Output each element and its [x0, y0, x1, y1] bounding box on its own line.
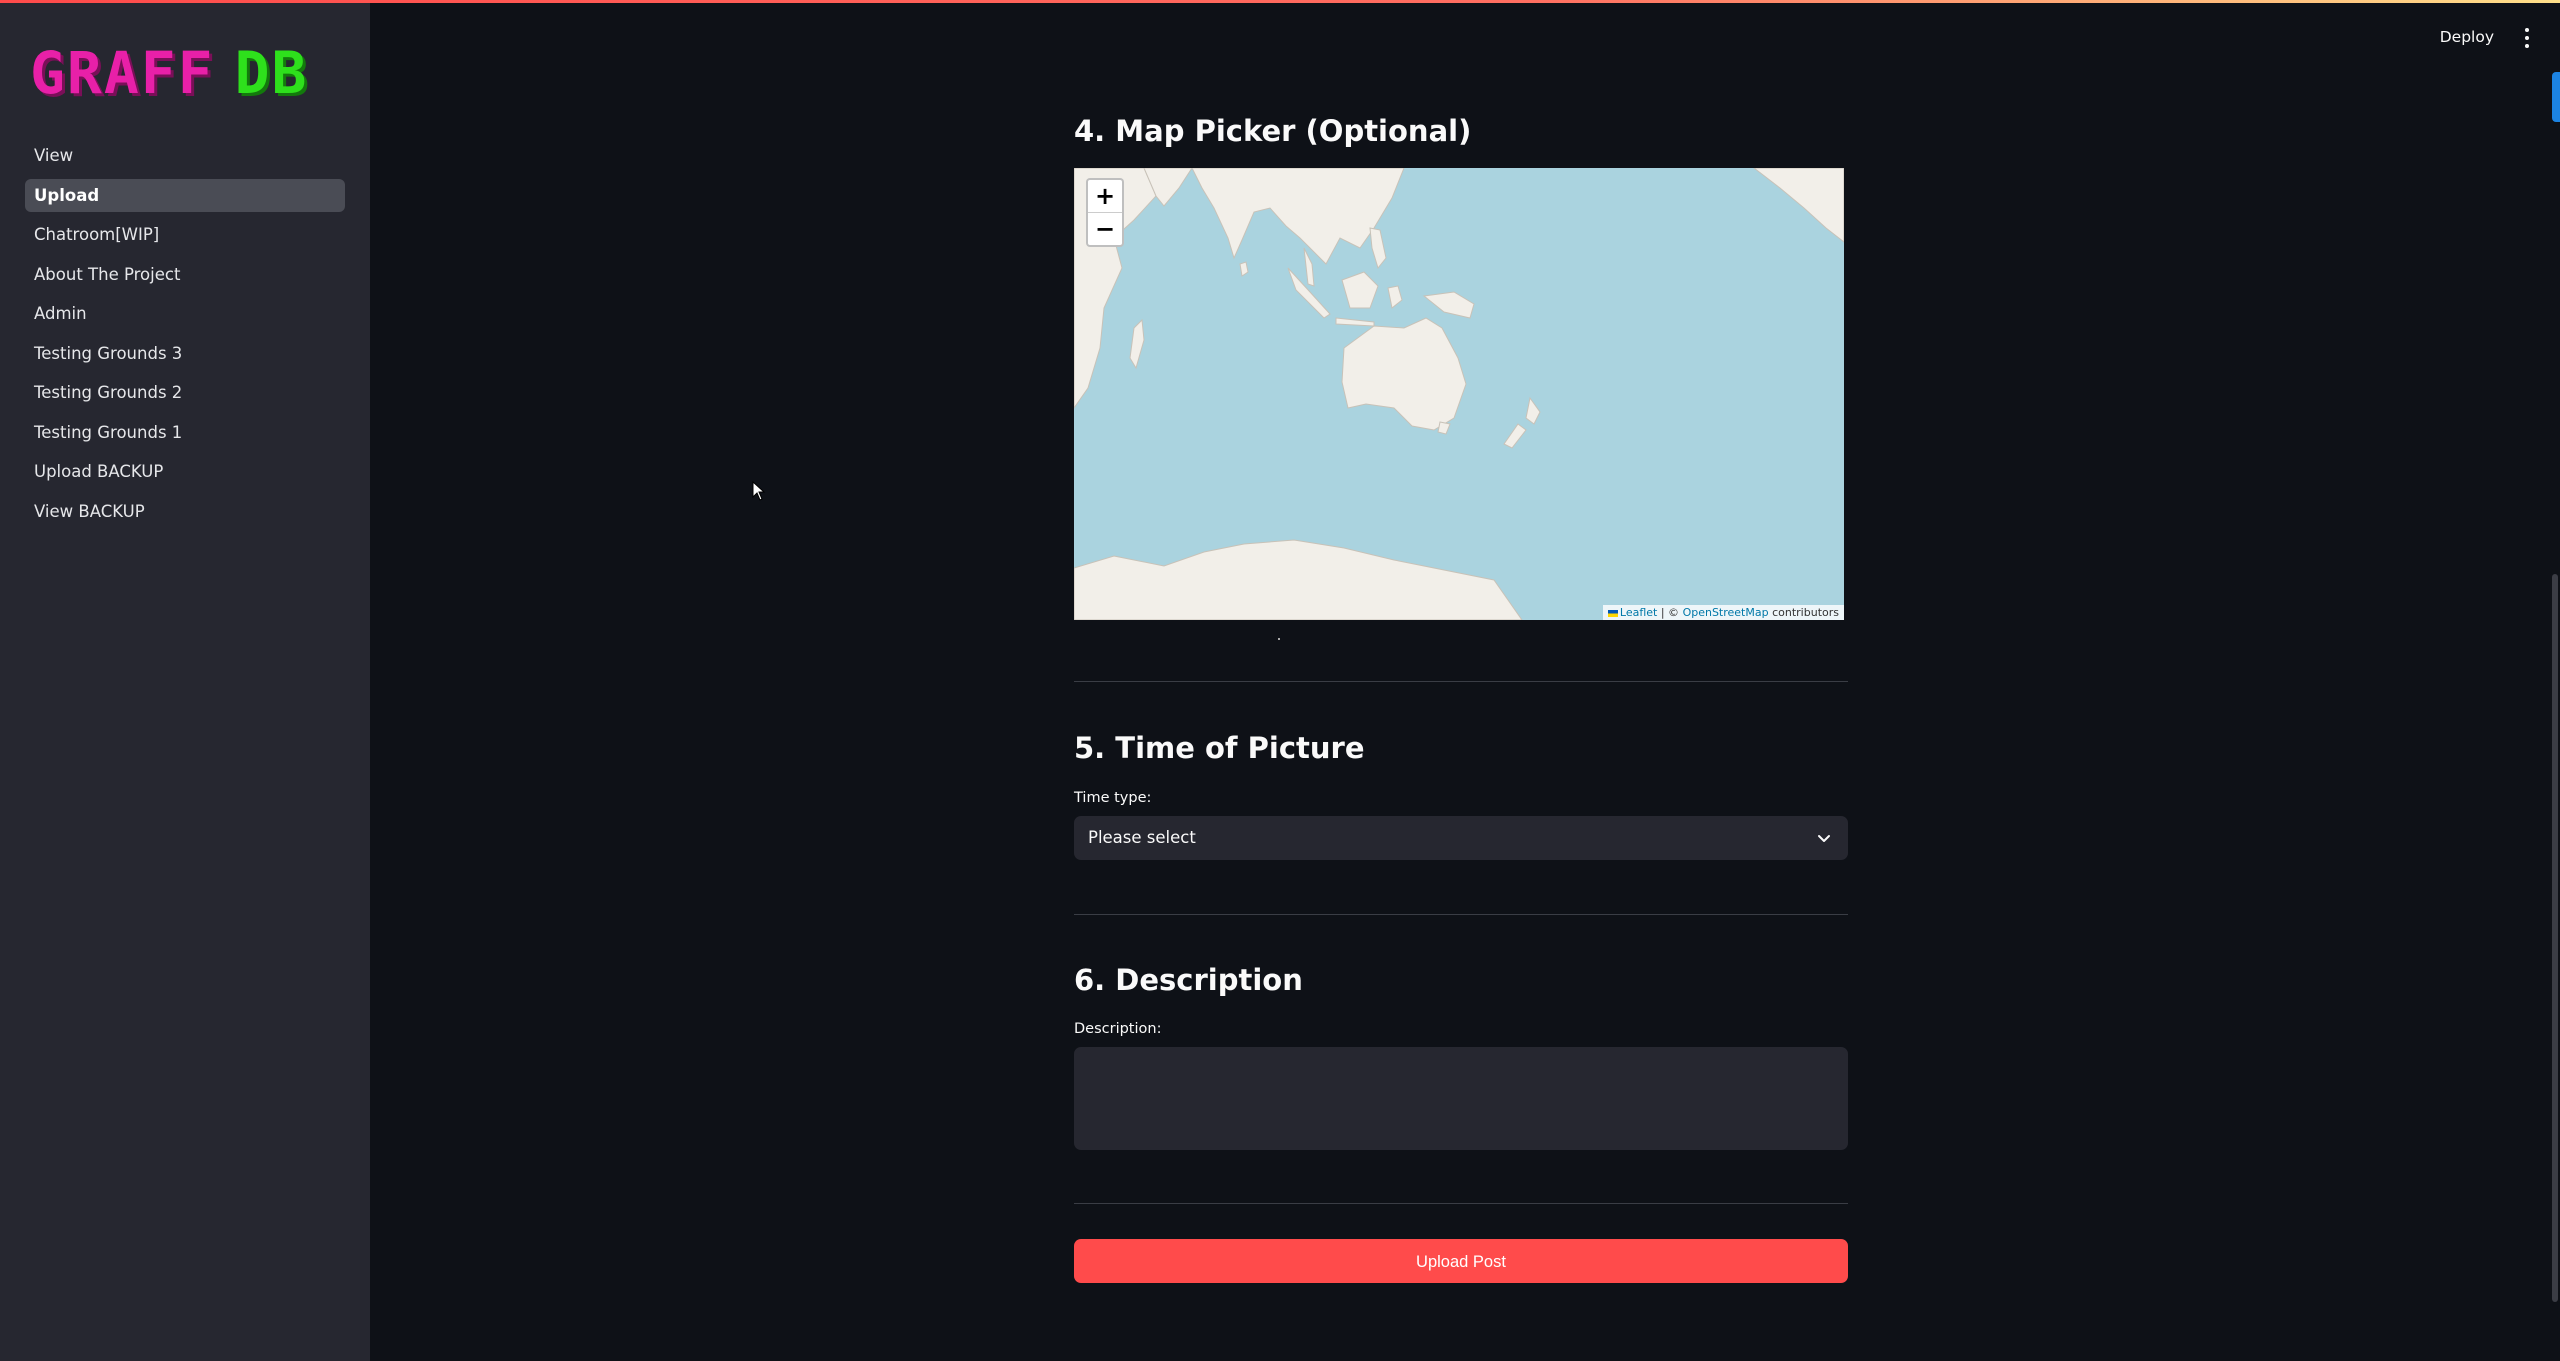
sidebar-item-upload[interactable]: Upload: [25, 178, 345, 212]
scrollbar[interactable]: [2552, 574, 2558, 1302]
time-section-title: 5. Time of Picture: [1074, 731, 1365, 765]
logo-text-graff: GRAFF: [30, 39, 215, 107]
upload-post-button[interactable]: Upload Post: [1074, 1239, 1848, 1283]
attribution-separator: | ©: [1660, 606, 1680, 619]
description-label: Description:: [1074, 1021, 1162, 1037]
map-output-marker: [1278, 638, 1280, 640]
section-divider: [1074, 914, 1848, 915]
top-decoration-bar: [0, 0, 2560, 3]
zoom-in-button[interactable]: +: [1088, 180, 1122, 213]
sidebar-item-view-backup[interactable]: View BACKUP: [25, 495, 345, 528]
time-type-label: Time type:: [1074, 790, 1152, 806]
sidebar: GRAFF DB View Upload Chatroom[WIP] About…: [0, 3, 370, 1361]
description-section-title: 6. Description: [1074, 963, 1303, 997]
sidebar-item-chatroom[interactable]: Chatroom[WIP]: [25, 218, 345, 251]
leaflet-link[interactable]: Leaflet: [1620, 606, 1657, 619]
zoom-out-button[interactable]: −: [1088, 213, 1122, 245]
map-zoom-control: + −: [1086, 178, 1124, 247]
deploy-button[interactable]: Deploy: [2440, 28, 2494, 46]
time-type-select[interactable]: Please select: [1074, 816, 1848, 860]
app-logo: GRAFF DB: [30, 39, 308, 107]
chevron-down-icon: [1818, 835, 1830, 842]
sidebar-item-about[interactable]: About The Project: [25, 258, 345, 291]
section-divider: [1074, 1203, 1848, 1204]
sidebar-nav: View Upload Chatroom[WIP] About The Proj…: [25, 139, 345, 534]
ukraine-flag-icon: [1607, 609, 1618, 617]
sidebar-item-admin[interactable]: Admin: [25, 297, 345, 330]
sidebar-item-upload-backup[interactable]: Upload BACKUP: [25, 455, 345, 488]
sidebar-item-testing-grounds-1[interactable]: Testing Grounds 1: [25, 416, 345, 449]
map-section-title: 4. Map Picker (Optional): [1074, 114, 1472, 148]
map-attribution: Leaflet | © OpenStreetMap contributors: [1602, 605, 1844, 620]
attribution-contributors: contributors: [1772, 606, 1839, 619]
map-picker[interactable]: + − Leaflet | © OpenStreetMap contributo…: [1074, 168, 1844, 620]
vertical-dots-icon[interactable]: [2524, 28, 2530, 48]
scroll-indicator-tab: [2552, 72, 2560, 122]
sidebar-item-testing-grounds-2[interactable]: Testing Grounds 2: [25, 376, 345, 409]
map-tiles: [1074, 168, 1844, 620]
description-textarea[interactable]: [1074, 1047, 1848, 1150]
sidebar-item-view[interactable]: View: [25, 139, 345, 172]
logo-text-db: DB: [234, 39, 309, 107]
mouse-cursor-icon: [752, 481, 766, 501]
time-type-selected-value: Please select: [1088, 828, 1196, 847]
openstreetmap-link[interactable]: OpenStreetMap: [1683, 606, 1769, 619]
sidebar-item-testing-grounds-3[interactable]: Testing Grounds 3: [25, 337, 345, 370]
section-divider: [1074, 681, 1848, 682]
